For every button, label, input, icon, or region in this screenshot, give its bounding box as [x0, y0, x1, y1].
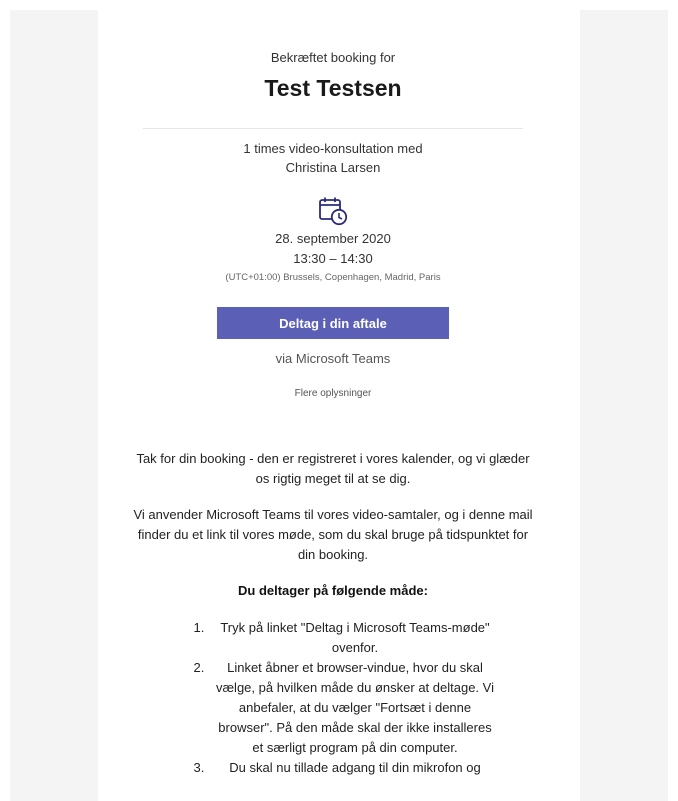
instructions-heading: Du deltager på følgende måde:	[238, 583, 428, 598]
right-margin-panel	[580, 10, 668, 801]
header-divider	[143, 128, 523, 129]
join-appointment-button[interactable]: Deltag i din aftale	[217, 307, 449, 339]
booking-confirmation-email: Bekræftet booking for Test Testsen 1 tim…	[98, 10, 568, 801]
list-item: Du skal nu tillade adgang til din mikrof…	[208, 758, 498, 778]
service-line-1: 1 times video-konsultation med	[243, 141, 423, 156]
service-description: 1 times video-konsultation med Christina…	[98, 139, 568, 177]
more-info-link[interactable]: Flere oplysninger	[98, 388, 568, 399]
left-margin-panel	[10, 10, 98, 801]
email-viewer: Bekræftet booking for Test Testsen 1 tim…	[0, 0, 678, 801]
appointment-date: 28. september 2020	[275, 231, 391, 246]
service-provider: Christina Larsen	[285, 160, 381, 175]
list-item: Linket åbner et browser-vindue, hvor du …	[208, 658, 498, 758]
teams-info-paragraph: Vi anvender Microsoft Teams til vores vi…	[133, 507, 533, 562]
appointment-time: 13:30 – 14:30	[293, 251, 373, 266]
appointment-timezone: (UTC+01:00) Brussels, Copenhagen, Madrid…	[225, 272, 441, 283]
instructions-list: Tryk på linket "Deltag i Microsoft Teams…	[188, 618, 498, 778]
thanks-paragraph: Tak for din booking - den er registreret…	[136, 451, 530, 486]
customer-name: Test Testsen	[264, 75, 402, 101]
calendar-clock-icon	[319, 197, 348, 226]
via-teams-label: via Microsoft Teams	[275, 351, 391, 366]
list-item: Tryk på linket "Deltag i Microsoft Teams…	[208, 618, 498, 658]
confirmation-subtitle: Bekræftet booking for	[270, 50, 396, 65]
